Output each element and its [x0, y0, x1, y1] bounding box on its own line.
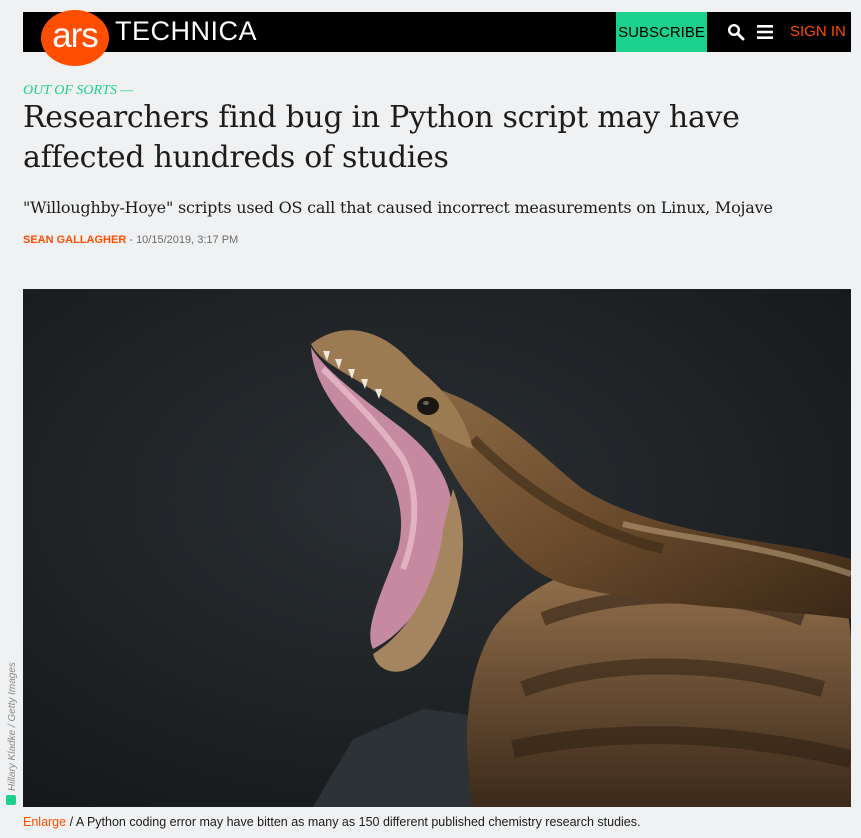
python-snake-photo: [23, 289, 851, 807]
logo-ars-text: ars: [52, 15, 99, 55]
camera-icon: [6, 795, 16, 805]
hamburger-menu-icon[interactable]: [757, 24, 773, 40]
caption-text: / A Python coding error may have bitten …: [66, 815, 641, 829]
top-nav-bar: ars TECHNICA SUBSCRIBE SIGN IN: [23, 10, 851, 66]
photo-credit-text: Hillary Kladke / Getty Images: [7, 662, 18, 791]
image-caption: Enlarge / A Python coding error may have…: [23, 815, 640, 829]
ars-logo[interactable]: ars: [41, 10, 109, 66]
logo-technica-text[interactable]: TECHNICA: [115, 18, 257, 45]
byline-separator: -: [126, 234, 137, 246]
article-subtitle: "Willoughby-Hoye" scripts used OS call t…: [23, 198, 773, 217]
article-kicker: OUT OF SORTS —: [23, 83, 133, 98]
article-title: Researchers find bug in Python script ma…: [23, 100, 740, 175]
photo-credit: Hillary Kladke / Getty Images: [6, 662, 18, 805]
author-link[interactable]: SEAN GALLAGHER: [23, 234, 126, 246]
search-icon[interactable]: [727, 23, 745, 41]
publish-date: 10/15/2019, 3:17 PM: [136, 234, 239, 246]
subscribe-button[interactable]: SUBSCRIBE: [616, 12, 707, 52]
enlarge-link[interactable]: Enlarge: [23, 815, 66, 829]
byline: SEAN GALLAGHER - 10/15/2019, 3:17 PM: [23, 234, 238, 246]
sign-in-link[interactable]: SIGN IN: [790, 23, 846, 41]
hero-image[interactable]: [23, 289, 851, 807]
